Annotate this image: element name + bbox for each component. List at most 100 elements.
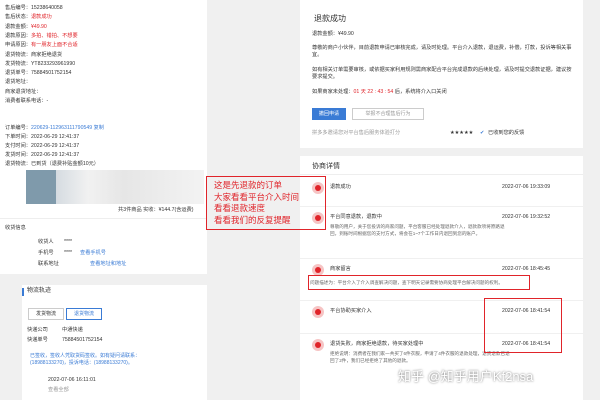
tracking-value: 75884501752154	[62, 337, 103, 343]
refund-title: 退款成功	[314, 14, 346, 23]
field-value: ¥49.90	[30, 23, 47, 30]
order-field-row: 退货地址：	[5, 79, 31, 86]
field-label: 商家退货地址：	[5, 88, 42, 95]
phone-value: ****	[64, 250, 73, 256]
tab-ship-logistics[interactable]: 发货物流	[28, 308, 64, 320]
negotiation-item-title: 商家留言	[330, 266, 351, 272]
overlay-line: 看看退款速度	[214, 203, 266, 213]
report-button[interactable]: 举报不合理售后行为	[352, 108, 424, 120]
order-no-row: 订单编号：220629-112963111790549 复制	[5, 125, 104, 131]
negotiation-item-text: 拒绝说明：消费者在我们家一共买了6件衣服，申请了4件衣服的退款处理，退货退款已退…	[330, 351, 510, 363]
receiver-value: ****	[64, 239, 73, 245]
field-value: 商家拒绝退货	[30, 51, 63, 58]
order-no-link[interactable]: 220629-112963111790549	[31, 125, 92, 131]
overlay-line: 大家看看平台介入时间	[214, 191, 300, 202]
refund-panel: 退款成功 退款金额：¥49.90 尊敬的商户小伙伴，目前退款申请已审核完成，请及…	[300, 0, 583, 148]
annotation-box	[484, 298, 562, 353]
tracking-label: 快递单号	[27, 337, 48, 343]
order-time: 下单时间：2022-06-29 12:41:37	[5, 134, 80, 140]
order-field-row: 消费者联系电话：-	[5, 98, 48, 105]
countdown-row: 如果商家未处理：01 天 22 : 43 : 54 后，系统将介入口关闭	[312, 89, 447, 95]
field-value: YT8233293961990	[30, 60, 76, 67]
negotiation-item-title: 平台同意退款，退款中	[330, 214, 382, 220]
logistics-panel: 物流轨迹 发货物流 退货物流 快递公司 中通快递 快递单号 7588450175…	[22, 285, 207, 400]
field-label: 发货物流：	[5, 60, 31, 67]
divider	[300, 174, 583, 175]
field-label: 消费者联系电话：	[5, 98, 47, 104]
field-value: 有一朋友上面不合适	[30, 42, 78, 49]
field-label: 退货物流：	[5, 51, 31, 58]
company-label: 快递公司	[27, 327, 48, 333]
company-value: 中通快递	[62, 327, 83, 333]
view-phone-link[interactable]: 查看手机号	[80, 250, 106, 257]
field-label: 售后状态：	[5, 14, 31, 21]
order-panel: 售后编号：15238640058 售后状态：退款成功 退款金额：¥49.90 退款原因…	[0, 0, 207, 274]
product-summary: 共3件商品 实收：¥144.7(含运费)	[118, 207, 194, 213]
divider	[300, 258, 583, 259]
receive-title: 收货信息	[5, 225, 26, 231]
order-field-row: 退款原因：多拍、错拍、不想要	[5, 33, 78, 40]
field-label: 售后编号：	[5, 5, 31, 11]
overlay-line: 看看我们的反复提醒	[214, 214, 291, 225]
field-label: 申请原因：	[5, 42, 31, 49]
order-field-row: 售后编号：15238640058	[5, 5, 63, 12]
watermark: 知乎 @知乎用户Kf2nsa	[398, 369, 534, 384]
product-thumbnail	[26, 170, 56, 204]
field-value: 退款成功	[30, 14, 52, 21]
logistics-event: 已签收，签收人凭取货码签收。如有疑问请联系：(18988133270)，投诉电话…	[30, 353, 141, 366]
field-label: 退货地址：	[5, 79, 31, 86]
address-label: 联系地址	[38, 261, 59, 267]
copy-link[interactable]: 复制	[94, 125, 104, 131]
negotiation-item-time: 2022-07-06 19:33:09	[502, 184, 551, 190]
field-value: -	[46, 98, 49, 104]
refund-desc-2: 如有相关订单需要审核，或依据买家利用规则需商家配合平台完成退款的后续处理，请及时…	[312, 67, 572, 80]
pay-time: 支付时间：2022-06-29 12:41:37	[5, 143, 80, 149]
tab-return-logistics[interactable]: 退货物流	[66, 308, 102, 320]
logistics-event-time: 2022-07-06 16:11:01	[48, 377, 96, 383]
view-address-link[interactable]: 查看地址和地址	[90, 261, 126, 268]
refund-desc-1: 尊敬的商户小伙伴，目前退款申请已审核完成，请及时处理。平台介入退款，退运费，补偿…	[312, 45, 572, 58]
divider	[0, 218, 207, 219]
feedback-notice: 拼多多邀请您对平台售后服务体验打分	[312, 130, 401, 136]
status-icon	[312, 306, 324, 318]
feedback-received: 已收到您的反馈	[488, 130, 525, 136]
order-field-row: 退货物流：商家拒绝退货	[5, 52, 62, 59]
receiver-label: 收货人	[38, 239, 54, 245]
negotiation-item-time: 2022-07-06 19:32:52	[502, 214, 551, 220]
refund-amount-row: 退款金额：¥49.90	[312, 31, 354, 37]
refund-amount: ¥49.90	[337, 31, 354, 37]
field-value: 75884501752154	[30, 70, 72, 77]
divider	[300, 206, 583, 207]
overlay-note: 这是先退款的订单 大家看看平台介入时间 看看退款速度 看看我们的反复提醒	[214, 180, 324, 226]
negotiation-item-title: 平台协助买家介入	[330, 308, 372, 314]
order-field-row: 售后状态：退款成功	[5, 14, 52, 21]
phone-label: 手机号	[38, 250, 54, 256]
ship-time: 发货时间：2022-06-29 12:41:37	[5, 152, 80, 158]
field-label: 退款原因：	[5, 32, 31, 39]
countdown-value: 01 天 22 : 43 : 54	[353, 89, 394, 95]
order-field-row: 商家退货地址：	[5, 89, 41, 96]
stars-icon: ★★★★★	[450, 130, 474, 136]
check-icon: ✔	[480, 130, 485, 136]
negotiation-item-title: 退货失败，商家拒绝退款，待买家处理中	[330, 341, 424, 347]
field-label: 退货单号：	[5, 70, 31, 77]
title-bar	[22, 288, 24, 296]
field-label: 退款金额：	[5, 23, 31, 30]
field-value: 多拍、错拍、不想要	[30, 32, 78, 39]
order-status: 退货物流：已到货（退费补贴金额10元）	[5, 161, 99, 167]
logistics-title: 物流轨迹	[27, 288, 52, 294]
overlay-line: 这是先退款的订单	[214, 180, 283, 190]
order-field-row: 退款金额：¥49.90	[5, 24, 47, 31]
negotiation-title: 协商详情	[312, 163, 340, 170]
negotiation-item-title: 退款成功	[330, 184, 351, 190]
annotation-box	[308, 275, 530, 290]
negotiation-item-time: 2022-07-06 18:45:45	[502, 266, 551, 272]
withdraw-button[interactable]: 撤回申请	[312, 108, 346, 120]
order-field-row: 发货物流：YT8233293961990	[5, 61, 75, 68]
negotiation-item-text: 尊敬的用户，关于您投诉的商家问题，平台客服已经处理退款介入，退款款项将原路退回，…	[330, 224, 505, 236]
order-field-row: 申请原因：有一朋友上面不合适	[5, 42, 78, 49]
order-field-row: 退货单号：75884501752154	[5, 70, 71, 77]
status-icon	[312, 339, 324, 351]
field-value: 15238640058	[30, 5, 63, 11]
view-all-link[interactable]: 查看全部	[48, 387, 69, 394]
